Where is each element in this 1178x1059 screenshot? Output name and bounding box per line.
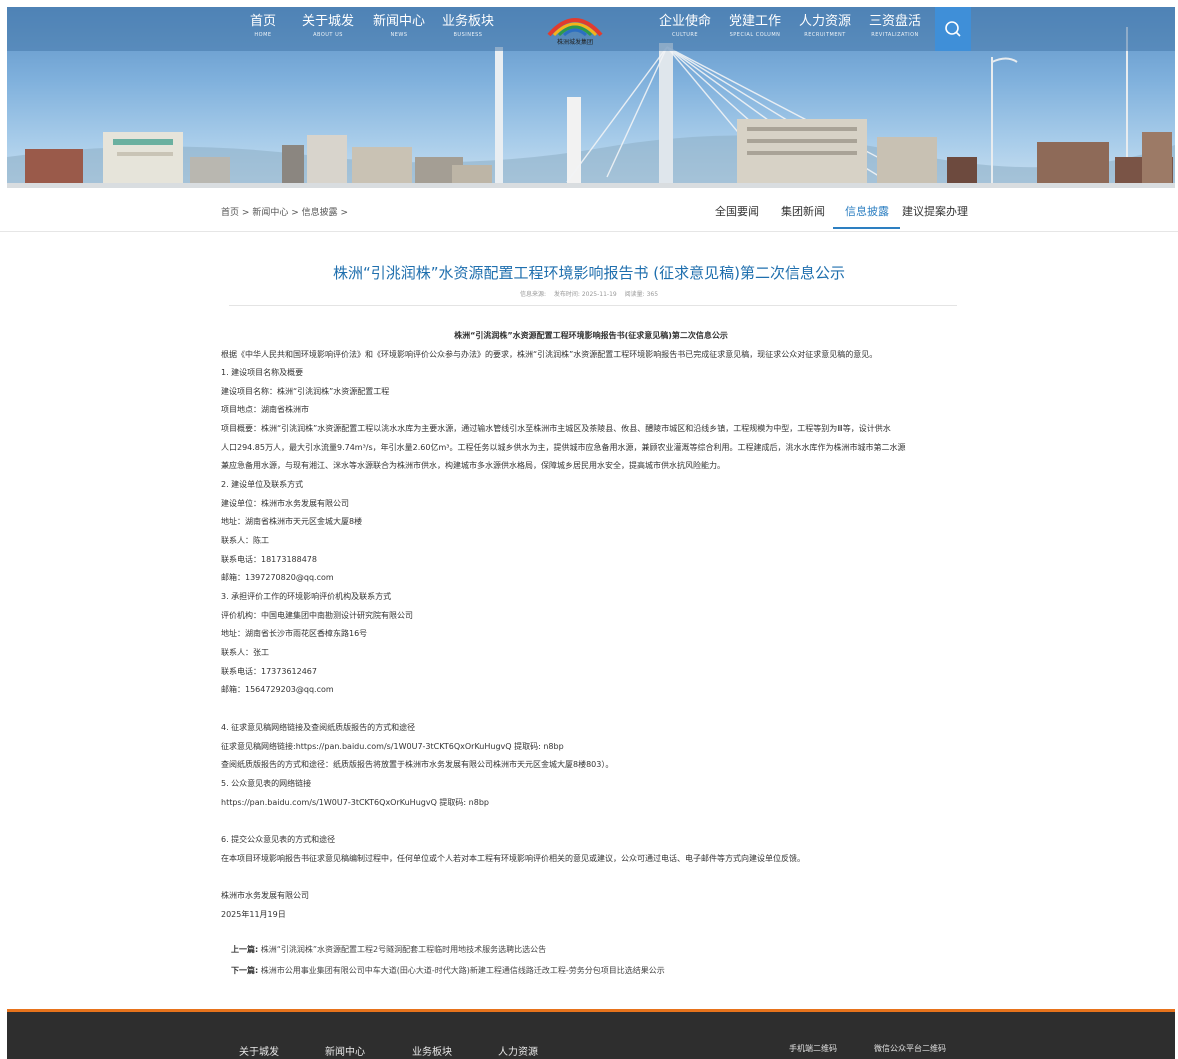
- body-paragraph: 联系人：张工: [221, 648, 269, 657]
- top-navigation: 首页 HOME 关于城发 ABOUT US 新闻中心 NEWS 业务板块 BUS…: [7, 7, 1175, 51]
- breadcrumb-news[interactable]: 新闻中心: [252, 208, 288, 218]
- hero-banner: 首页 HOME 关于城发 ABOUT US 新闻中心 NEWS 业务板块 BUS…: [7, 7, 1175, 188]
- breadcrumb-separator: >: [291, 208, 299, 218]
- body-paragraph: 联系电话：18173188478: [221, 555, 317, 564]
- active-tab-indicator: [833, 227, 900, 229]
- body-section-heading: 6. 提交公众意见表的方式和途径: [221, 835, 336, 844]
- body-email: 邮箱：1564729203@qq.com: [221, 685, 334, 694]
- nav-party-label: 党建工作: [728, 14, 781, 29]
- article-meta: 信息来源: 发布时间: 2025-11-19 阅读量: 365: [0, 289, 1178, 298]
- tab-info-disclosure[interactable]: 信息披露: [845, 203, 889, 219]
- body-email: 邮箱：1397270820@qq.com: [221, 573, 334, 582]
- prev-label: 上一篇:: [231, 945, 259, 954]
- body-signature: 株洲市水务发展有限公司: [221, 891, 309, 900]
- body-paragraph: 评价机构：中国电建集团中南勘测设计研究院有限公司: [221, 611, 413, 620]
- nav-home[interactable]: 首页 HOME: [243, 13, 283, 45]
- nav-business[interactable]: 业务板块 BUSINESS: [440, 13, 496, 45]
- body-paragraph: 项目地点：湖南省株洲市: [221, 405, 309, 414]
- footer-qr-wechat[interactable]: 微信公众平台二维码: [874, 1043, 946, 1054]
- body-link[interactable]: https://pan.baidu.com/s/1W0U7-3tCKT6QxOr…: [221, 797, 489, 808]
- nav-revitalization[interactable]: 三资盘活 REVITALIZATION: [863, 13, 927, 45]
- body-heading: 株洲“引洮润株”水资源配置工程环境影响报告书(征求意见稿)第二次信息公示: [454, 331, 728, 340]
- meta-date: 发布时间: 2025-11-19: [553, 291, 617, 298]
- next-article-link[interactable]: 下一篇: 株洲市公用事业集团有限公司中车大道(田心大道-时代大路)新建工程通信线…: [231, 965, 665, 976]
- body-section-heading: 3. 承担评价工作的环境影响评价机构及联系方式: [221, 592, 392, 601]
- body-paragraph: 地址：湖南省长沙市雨花区香樟东路16号: [221, 629, 368, 638]
- nav-mission[interactable]: 企业使命 CULTURE: [657, 13, 713, 45]
- prev-article-link[interactable]: 上一篇: 株洲“引洮润株”水资源配置工程2号隧洞配套工程临时用地技术服务选聘比选…: [231, 944, 546, 955]
- breadcrumb-separator: >: [241, 208, 250, 218]
- nav-business-label: 业务板块: [441, 14, 494, 29]
- footer-link-news[interactable]: 新闻中心: [325, 1043, 365, 1058]
- nav-news-en: NEWS: [390, 32, 408, 38]
- article-title: 株洲“引洮润株”水资源配置工程环境影响报告书 (征求意见稿)第二次信息公示: [332, 264, 846, 282]
- nav-revitalization-en: REVITALIZATION: [871, 32, 919, 38]
- nav-news-label: 新闻中心: [372, 14, 425, 29]
- nav-mission-en: CULTURE: [671, 32, 699, 38]
- nav-party[interactable]: 党建工作 SPECIAL COLUMN: [725, 13, 785, 45]
- body-date: 2025年11月19日: [221, 910, 286, 919]
- footer-qr-mobile[interactable]: 手机端二维码: [789, 1043, 837, 1054]
- nav-home-en: HOME: [254, 32, 272, 38]
- tab-proposals[interactable]: 建议提案办理: [902, 203, 968, 219]
- tab-national-news[interactable]: 全国要闻: [715, 203, 759, 219]
- footer-link-hr[interactable]: 人力资源: [498, 1043, 538, 1058]
- tab-group-news[interactable]: 集团新闻: [781, 203, 825, 219]
- breadcrumb: 首页 > 新闻中心 > 信息披露 >: [221, 205, 348, 218]
- body-section-heading: 5. 公众意见表的网络链接: [221, 779, 312, 788]
- body-paragraph: 根据《中华人民共和国环境影响评价法》和《环境影响评价公众参与办法》的要求，株洲“…: [221, 350, 878, 359]
- body-section-heading: 2. 建设单位及联系方式: [221, 480, 304, 489]
- footer-link-about[interactable]: 关于城发: [239, 1043, 279, 1058]
- breadcrumb-separator: >: [340, 208, 349, 218]
- body-paragraph: 人口294.85万人，最大引水流量9.74m³/s，年引水量2.60亿m³。工程…: [221, 443, 906, 452]
- body-paragraph: 建设单位：株洲市水务发展有限公司: [221, 499, 349, 508]
- nav-hr-label: 人力资源: [798, 14, 851, 29]
- footer: 关于城发 新闻中心 业务板块 人力资源 手机端二维码 微信公众平台二维码: [7, 1012, 1175, 1059]
- breadcrumb-home[interactable]: 首页: [221, 208, 239, 218]
- nav-hr-en: RECRUITMENT: [804, 32, 846, 38]
- prev-title: 株洲“引洮润株”水资源配置工程2号隧洞配套工程临时用地技术服务选聘比选公告: [260, 945, 547, 954]
- body-section-heading: 1. 建设项目名称及概要: [221, 368, 304, 377]
- body-paragraph: 建设项目名称：株洲“引洮润株”水资源配置工程: [221, 387, 390, 396]
- nav-party-en: SPECIAL COLUMN: [729, 32, 781, 38]
- body-paragraph: 项目概要：株洲“引洮润株”水资源配置工程以洮水水库为主要水源，通过输水管线引水至…: [221, 424, 891, 433]
- breadcrumb-current[interactable]: 信息披露: [302, 208, 338, 218]
- body-paragraph: 在本项目环境影响报告书征求意见稿编制过程中，任何单位或个人若对本工程有环境影响评…: [221, 854, 805, 863]
- body-paragraph: 兼应急备用水源，与现有湘江、洣水等水源联合为株洲市供水，构建城市多水源供水格局，…: [221, 461, 725, 470]
- nav-home-label: 首页: [249, 14, 276, 29]
- search-button[interactable]: [935, 7, 971, 51]
- body-paragraph: 联系人：陈工: [221, 536, 269, 545]
- nav-hr[interactable]: 人力资源 RECRUITMENT: [795, 13, 855, 45]
- company-logo[interactable]: 株洲城发集团: [545, 11, 605, 49]
- nav-business-en: BUSINESS: [453, 32, 483, 38]
- nav-about-en: ABOUT US: [313, 32, 343, 38]
- nav-about-label: 关于城发: [301, 14, 354, 29]
- nav-about[interactable]: 关于城发 ABOUT US: [300, 13, 356, 45]
- nav-revitalization-label: 三资盘活: [868, 14, 921, 29]
- body-link[interactable]: 征求意见稿网络链接:https://pan.baidu.com/s/1W0U7-…: [221, 741, 564, 752]
- body-paragraph: 联系电话：17373612467: [221, 667, 317, 676]
- search-icon: [945, 21, 961, 37]
- nav-mission-label: 企业使命: [658, 14, 711, 29]
- rainbow-logo-icon: [547, 18, 603, 37]
- nav-news[interactable]: 新闻中心 NEWS: [371, 13, 427, 45]
- body-section-heading: 4. 征求意见稿网络链接及查阅纸质版报告的方式和途径: [221, 723, 416, 732]
- body-paragraph: 地址：湖南省株洲市天元区金城大厦8楼: [221, 517, 363, 526]
- meta-views: 阅读量: 365: [624, 291, 659, 298]
- sub-navigation-bar: [0, 189, 1178, 232]
- footer-link-business[interactable]: 业务板块: [412, 1043, 452, 1058]
- meta-source: 信息来源:: [519, 291, 546, 298]
- next-title: 株洲市公用事业集团有限公司中车大道(田心大道-时代大路)新建工程通信线路迁改工程…: [260, 966, 665, 975]
- title-divider: [229, 305, 957, 306]
- next-label: 下一篇:: [231, 966, 259, 975]
- body-paragraph: 查阅纸质版报告的方式和途径：纸质版报告将放置于株洲市水务发展有限公司株洲市天元区…: [221, 760, 614, 769]
- logo-text: 株洲城发集团: [556, 39, 593, 46]
